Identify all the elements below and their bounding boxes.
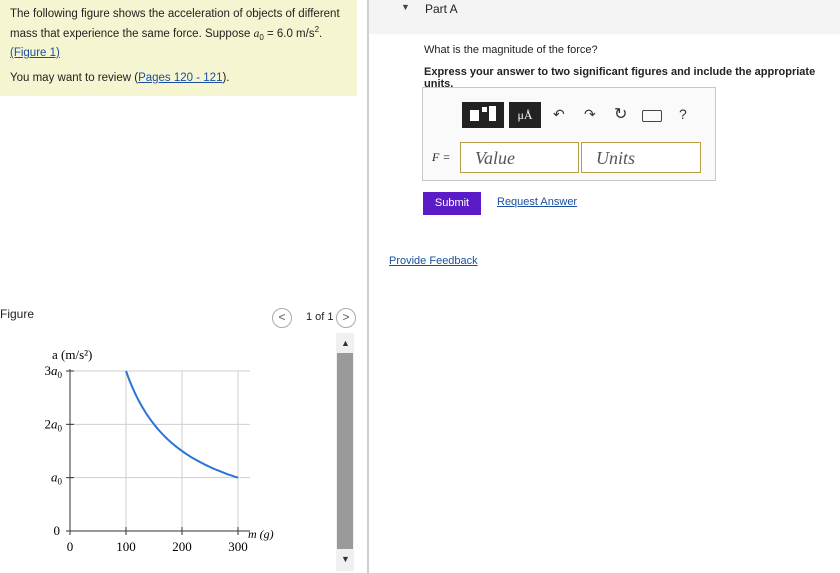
x-tick-label: 0 — [67, 539, 74, 554]
chart-axes — [69, 369, 250, 532]
scroll-up-icon[interactable]: ▲ — [341, 338, 350, 348]
next-figure-button[interactable]: > — [336, 308, 356, 328]
help-icon[interactable]: ? — [679, 106, 687, 122]
intro-line-2: mass that experience the same force. Sup… — [10, 22, 322, 45]
review-prefix: You may want to review ( — [10, 72, 139, 84]
question-text: What is the magnitude of the force? — [424, 44, 598, 56]
figure-label: Figure — [0, 307, 35, 321]
problem-intro: The following figure shows the accelerat… — [0, 0, 357, 96]
force-variable-label: F = — [432, 150, 451, 164]
y-tick-label: a0 — [51, 470, 63, 487]
intro-text: mass that experience the same force. Sup… — [10, 27, 254, 40]
x-tick-label: 100 — [116, 539, 136, 554]
units-input[interactable]: Units — [581, 142, 701, 173]
prev-figure-button[interactable]: < — [272, 308, 292, 328]
request-answer-link[interactable]: Request Answer — [497, 196, 577, 208]
intro-value: = 6.0 m/s — [263, 27, 315, 40]
y-tick-label: 2a0 — [45, 416, 63, 433]
undo-icon[interactable]: ↶ — [553, 106, 565, 123]
intro-line-1: The following figure shows the accelerat… — [10, 8, 340, 20]
chart-grid — [70, 370, 250, 531]
reset-icon[interactable]: ↻ — [614, 104, 627, 124]
chart-ticks: 0 100 200 300 0 a0 2a0 3a0 — [45, 363, 248, 554]
redo-icon[interactable]: ↷ — [584, 106, 596, 123]
keyboard-icon[interactable] — [642, 110, 662, 122]
scroll-down-icon[interactable]: ▼ — [341, 554, 350, 564]
y-axis-label: a (m/s²) — [52, 347, 92, 362]
acceleration-chart: 0 100 200 300 0 a0 2a0 3a0 a (m/s²) m (g) — [45, 347, 274, 554]
figure-pager: 1 of 1 — [306, 311, 334, 323]
y-tick-label: 3a0 — [45, 363, 63, 380]
collapse-icon[interactable]: ▼ — [401, 2, 410, 12]
figure-link[interactable]: (Figure 1) — [10, 46, 60, 61]
templates-button[interactable] — [462, 102, 504, 128]
review-suffix: ). — [222, 72, 230, 84]
provide-feedback-link[interactable]: Provide Feedback — [389, 255, 478, 267]
x-axis-label: m (g) — [248, 527, 274, 541]
review-line: You may want to review (Pages 120 - 121)… — [10, 71, 230, 86]
pane-divider[interactable] — [367, 0, 369, 573]
submit-button[interactable]: Submit — [423, 192, 481, 215]
templates-icon — [470, 106, 496, 121]
x-tick-label: 300 — [228, 539, 248, 554]
units-symbols-button[interactable]: μÅ — [509, 102, 541, 128]
intro-period: . — [319, 27, 323, 40]
value-input[interactable]: Value — [460, 142, 579, 173]
part-header[interactable]: ▼ Part A — [369, 0, 840, 34]
part-title: Part A — [425, 2, 458, 16]
scroll-thumb[interactable] — [337, 353, 353, 549]
y-tick-label: 0 — [54, 523, 61, 538]
x-tick-label: 200 — [172, 539, 192, 554]
pages-link[interactable]: Pages 120 - 121 — [138, 72, 222, 84]
